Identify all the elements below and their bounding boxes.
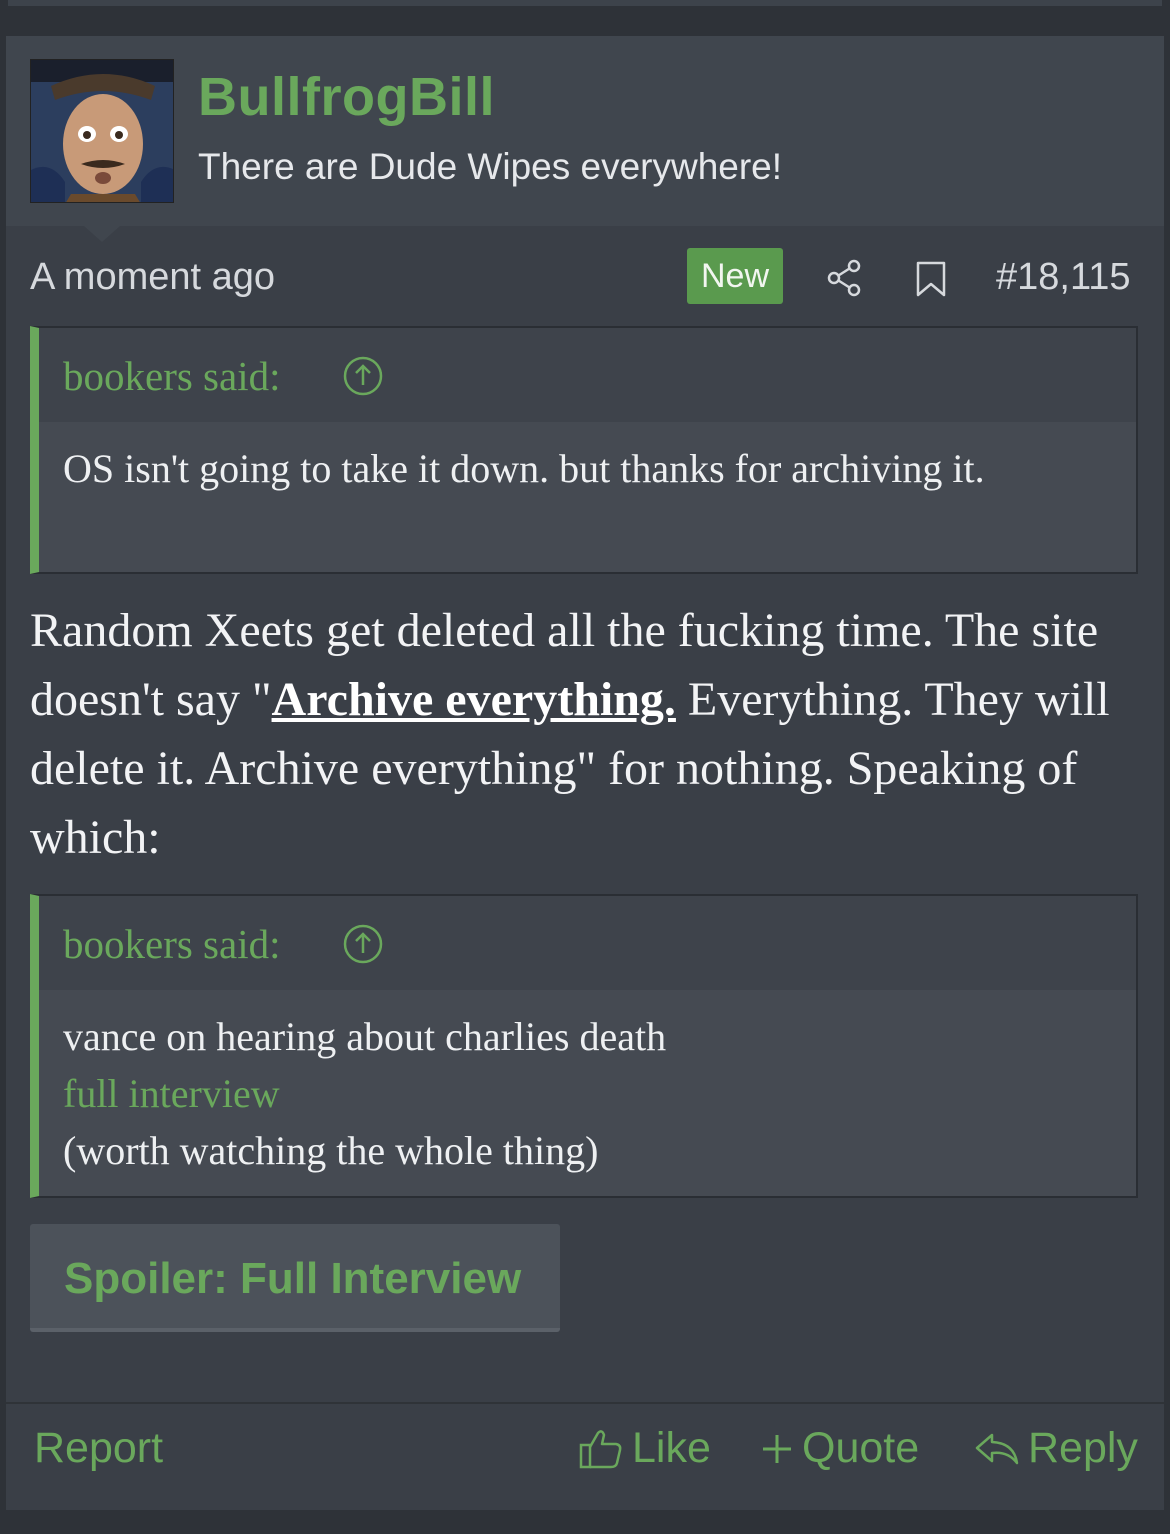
arrow-up-circle-icon[interactable] xyxy=(343,356,383,396)
avatar-image xyxy=(31,60,173,202)
arrow-up-circle-icon[interactable] xyxy=(343,924,383,964)
thumbs-up-icon xyxy=(579,1429,622,1468)
quote-block: bookers said: OS isn't going to take it … xyxy=(30,326,1138,574)
post-timestamp[interactable]: A moment ago xyxy=(30,256,275,299)
divider xyxy=(8,0,1162,6)
reply-button[interactable]: Reply xyxy=(974,1424,1138,1473)
user-title: There are Dude Wipes everywhere! xyxy=(198,146,783,187)
quote-block-2: bookers said: vance on hearing about cha… xyxy=(30,894,1138,1198)
quote-button[interactable]: Quote xyxy=(760,1424,919,1473)
plus-icon xyxy=(763,1434,791,1463)
post-user-header: BullfrogBill There are Dude Wipes everyw… xyxy=(6,36,1164,242)
like-label: Like xyxy=(632,1424,711,1472)
quote-author[interactable]: bookers said: xyxy=(63,920,281,968)
avatar[interactable] xyxy=(30,59,174,203)
quote-content: OS isn't going to take it down. but than… xyxy=(39,422,1136,517)
reply-label: Reply xyxy=(1028,1424,1138,1472)
quote-label: Quote xyxy=(802,1424,920,1472)
quote-header: bookers said: xyxy=(39,896,1136,990)
header-pointer xyxy=(84,226,120,242)
quote-header: bookers said: xyxy=(39,328,1136,422)
like-button[interactable]: Like xyxy=(578,1424,711,1473)
quote-author[interactable]: bookers said: xyxy=(63,352,281,400)
post-body: Random Xeets get deleted all the fucking… xyxy=(30,596,1140,872)
bookmark-icon[interactable] xyxy=(914,260,948,298)
forum-post: BullfrogBill There are Dude Wipes everyw… xyxy=(6,36,1164,1510)
quote-text: OS isn't going to take it down. but than… xyxy=(63,446,985,491)
username[interactable]: BullfrogBill xyxy=(198,66,495,128)
post-actions-bar: Report Like Quote Reply xyxy=(6,1402,1164,1512)
archive-link[interactable]: Archive everything. xyxy=(272,673,676,726)
quote-text: vance on hearing about charlies death xyxy=(63,1014,667,1059)
quote-content: vance on hearing about charlies death fu… xyxy=(39,990,1136,1199)
post-number[interactable]: #18,115 xyxy=(996,256,1131,299)
top-bar xyxy=(0,0,1170,36)
spoiler-button[interactable]: Spoiler: Full Interview xyxy=(30,1224,560,1332)
post-meta: A moment ago New #18,115 xyxy=(6,242,1164,314)
full-interview-link[interactable]: full interview xyxy=(63,1065,1112,1122)
reply-arrow-icon xyxy=(975,1433,1019,1464)
report-link[interactable]: Report xyxy=(34,1424,163,1473)
spoiler-label: Spoiler: Full Interview xyxy=(64,1254,522,1303)
share-icon[interactable] xyxy=(824,258,864,298)
quote-text-note: (worth watching the whole thing) xyxy=(63,1128,599,1173)
new-badge: New xyxy=(687,248,783,304)
